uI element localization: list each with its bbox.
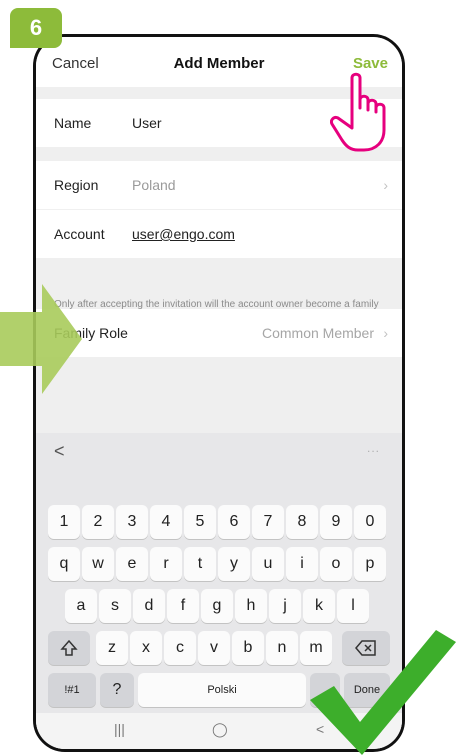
- question-key[interactable]: ?: [100, 673, 134, 707]
- region-row[interactable]: Region Poland ›: [36, 161, 402, 209]
- shift-icon: [60, 639, 78, 656]
- letter-key[interactable]: h: [235, 589, 267, 623]
- chevron-right-icon: ›: [383, 177, 388, 193]
- account-row[interactable]: Account user@engo.com: [36, 209, 402, 258]
- number-key[interactable]: 9: [320, 505, 352, 539]
- name-label: Name: [54, 115, 92, 131]
- account-field[interactable]: user@engo.com: [132, 226, 235, 242]
- checkmark-icon: [310, 630, 456, 755]
- letter-key[interactable]: y: [218, 547, 250, 581]
- family-role-value: Common Member: [261, 325, 374, 341]
- symbols-key[interactable]: !#1: [48, 673, 96, 707]
- number-key[interactable]: 8: [286, 505, 318, 539]
- letter-key[interactable]: v: [198, 631, 230, 665]
- letter-key[interactable]: b: [232, 631, 264, 665]
- name-field[interactable]: User: [132, 115, 162, 131]
- shift-key[interactable]: [48, 631, 90, 665]
- page-title: Add Member: [173, 55, 265, 72]
- pointer-hand-icon: [330, 72, 386, 152]
- number-key[interactable]: 2: [82, 505, 114, 539]
- letter-key[interactable]: z: [96, 631, 128, 665]
- save-button[interactable]: Save: [353, 55, 388, 72]
- letter-key[interactable]: o: [320, 547, 352, 581]
- letter-key[interactable]: g: [201, 589, 233, 623]
- keyboard-back-button[interactable]: <: [54, 441, 65, 462]
- number-key[interactable]: 6: [218, 505, 250, 539]
- account-label: Account: [54, 226, 105, 242]
- letter-key[interactable]: p: [354, 547, 386, 581]
- letter-key[interactable]: s: [99, 589, 131, 623]
- keyboard-toolbar: < ...: [36, 433, 402, 469]
- letter-key[interactable]: f: [167, 589, 199, 623]
- number-key[interactable]: 3: [116, 505, 148, 539]
- letter-key[interactable]: u: [252, 547, 284, 581]
- letter-key[interactable]: j: [269, 589, 301, 623]
- letter-key[interactable]: a: [65, 589, 97, 623]
- region-value: Poland: [132, 177, 176, 193]
- letter-key[interactable]: e: [116, 547, 148, 581]
- step-badge: 6: [10, 8, 62, 48]
- number-key[interactable]: 4: [150, 505, 182, 539]
- space-key[interactable]: Polski: [138, 673, 306, 707]
- family-role-row[interactable]: Family Role Common Member ›: [36, 309, 402, 357]
- letter-key[interactable]: n: [266, 631, 298, 665]
- letter-key[interactable]: x: [130, 631, 162, 665]
- letter-key[interactable]: k: [303, 589, 335, 623]
- number-key[interactable]: 1: [48, 505, 80, 539]
- letter-key[interactable]: t: [184, 547, 216, 581]
- chevron-right-icon: ›: [383, 325, 388, 341]
- letter-key[interactable]: q: [48, 547, 80, 581]
- step-number: 6: [29, 15, 43, 40]
- number-key[interactable]: 5: [184, 505, 216, 539]
- keyboard-more-icon[interactable]: ...: [367, 441, 380, 455]
- letter-key[interactable]: w: [82, 547, 114, 581]
- letter-key[interactable]: d: [133, 589, 165, 623]
- arrow-right-icon: [0, 284, 82, 394]
- number-key[interactable]: 0: [354, 505, 386, 539]
- letter-key[interactable]: r: [150, 547, 182, 581]
- letter-key[interactable]: c: [164, 631, 196, 665]
- letter-key[interactable]: i: [286, 547, 318, 581]
- home-button[interactable]: ◯: [212, 721, 228, 738]
- letter-key[interactable]: l: [337, 589, 369, 623]
- region-label: Region: [54, 177, 99, 193]
- number-key[interactable]: 7: [252, 505, 284, 539]
- recent-apps-button[interactable]: |||: [114, 721, 125, 737]
